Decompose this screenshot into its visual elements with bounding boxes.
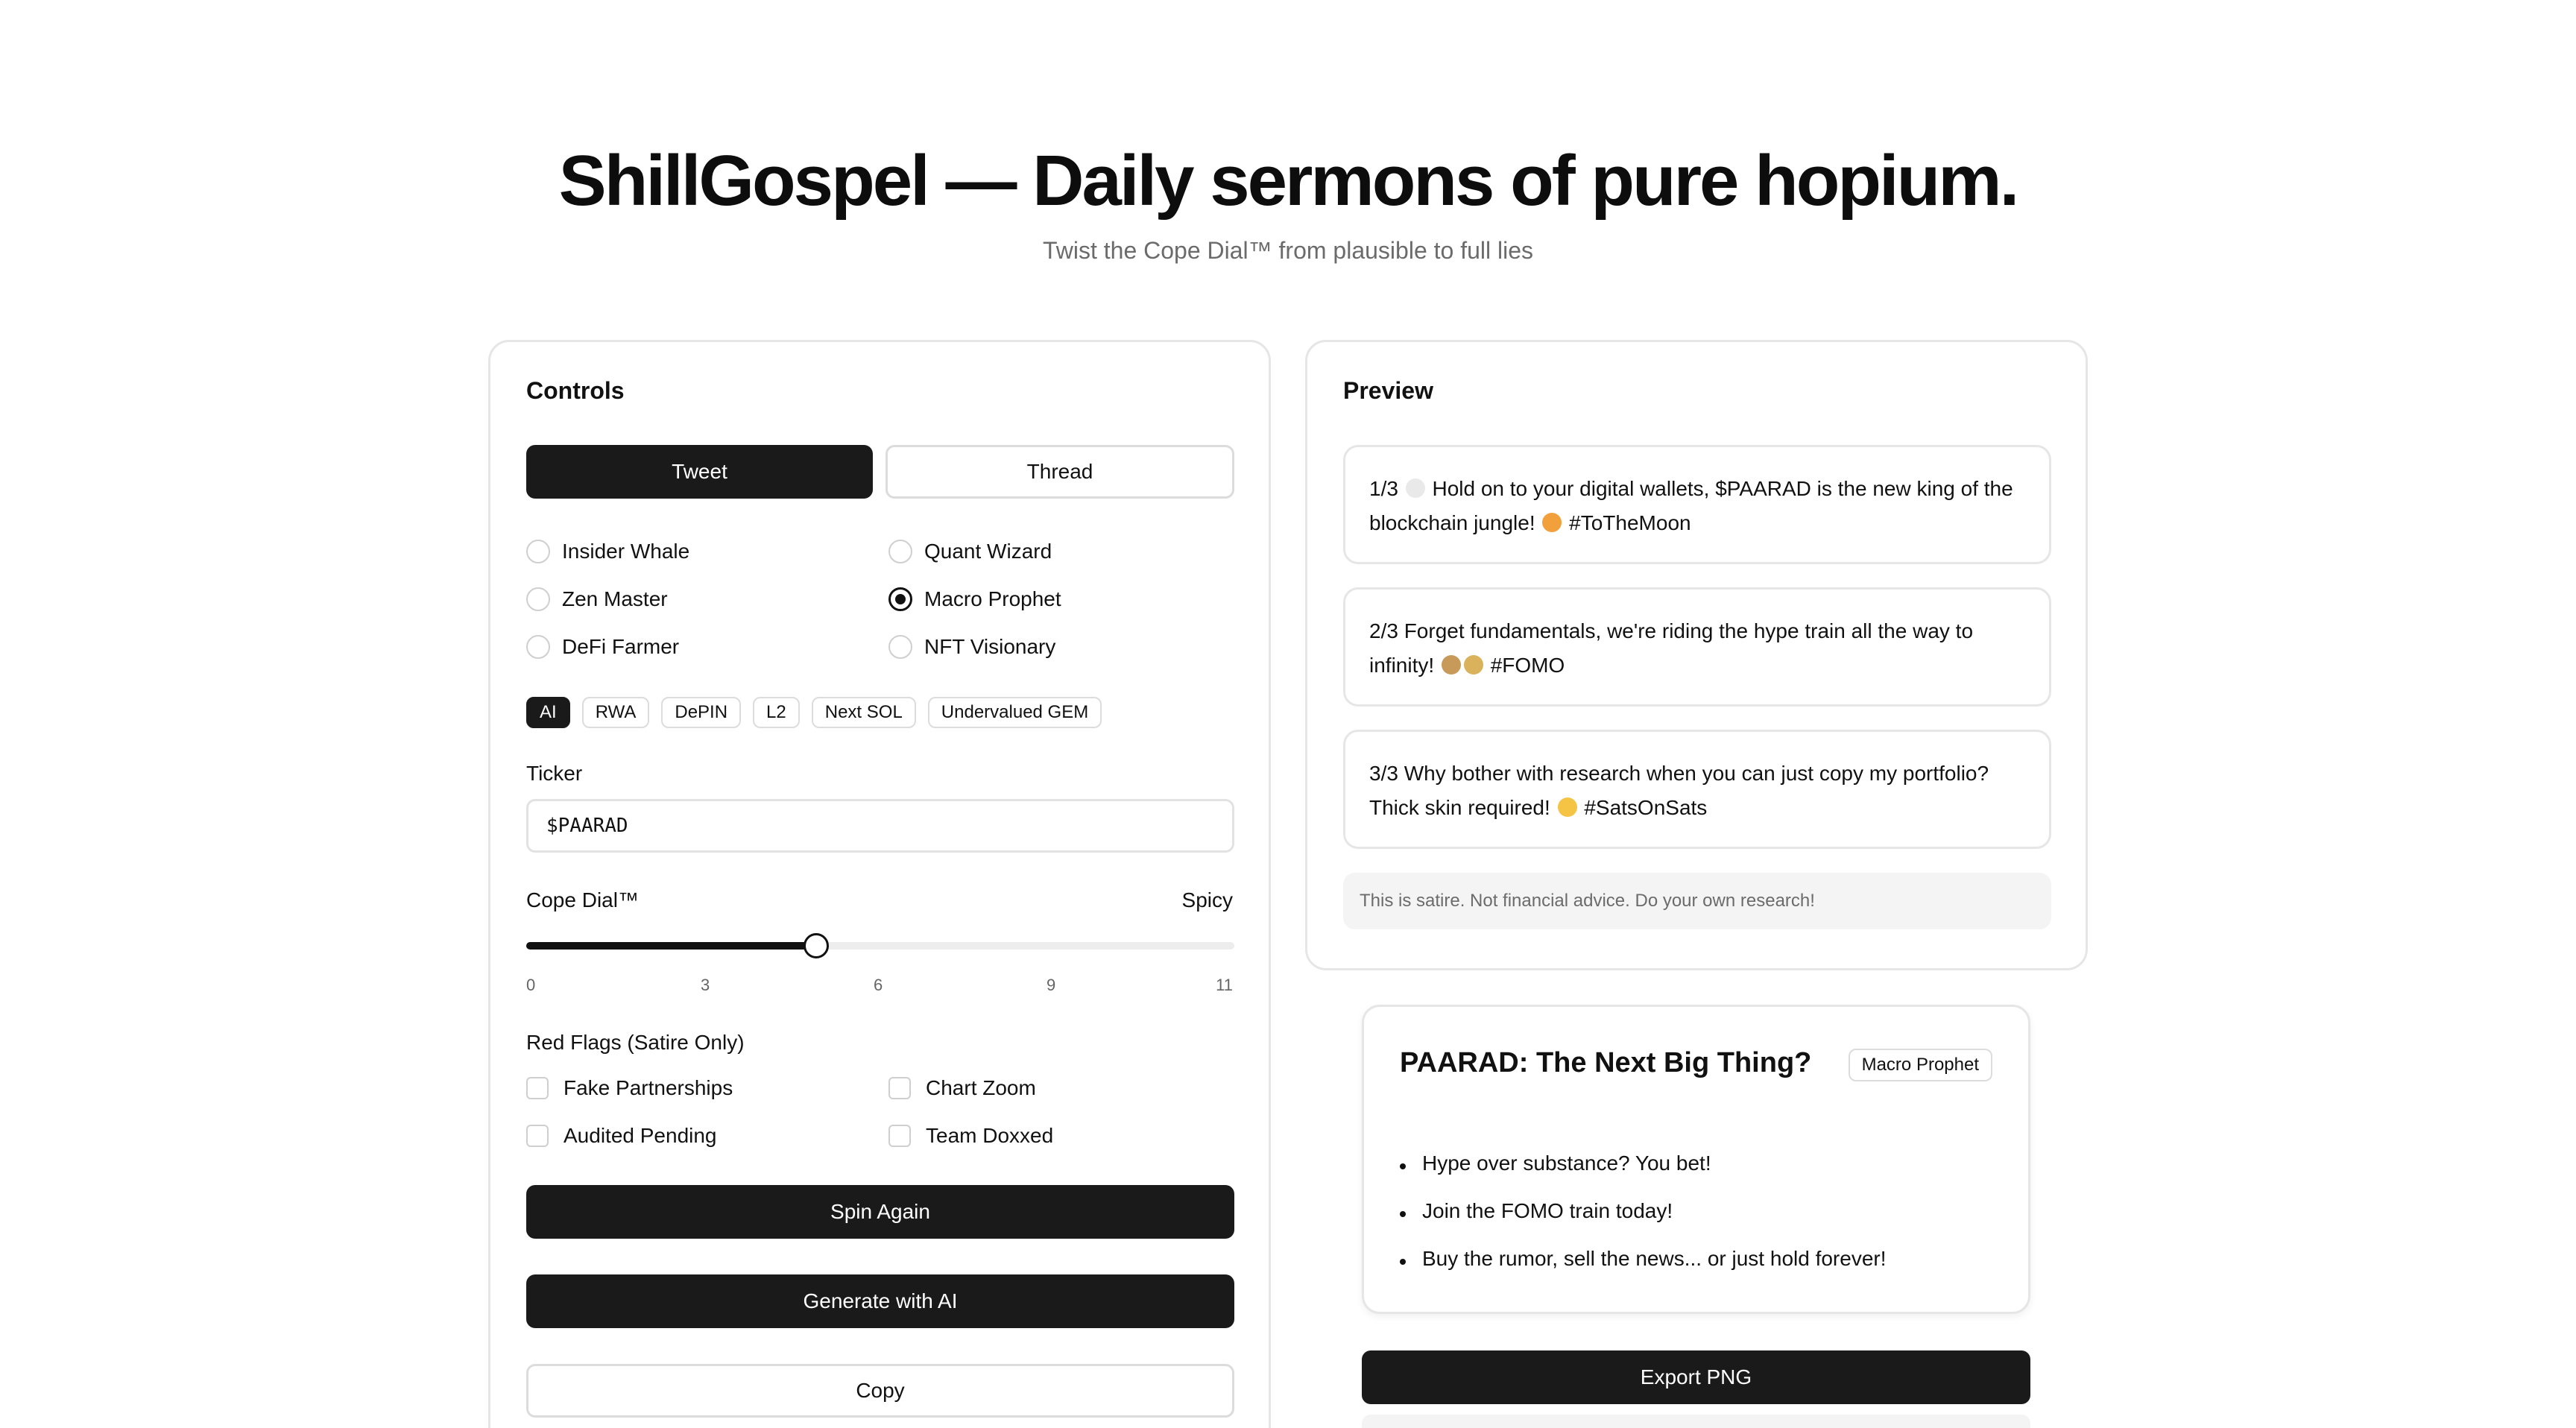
- controls-panel: Controls Tweet Thread Insider Whale Quan…: [488, 340, 1271, 1428]
- tweet-preview-1[interactable]: 1/3 Hold on to your digital wallets, $PA…: [1343, 445, 2051, 564]
- radio-unchecked-icon: [526, 635, 550, 659]
- persona-label: Quant Wizard: [924, 540, 1052, 563]
- slider-fill: [526, 942, 816, 950]
- cope-tick-9: 9: [1046, 976, 1056, 994]
- cope-tick-11: 11: [1216, 976, 1233, 994]
- preview-title: Preview: [1343, 377, 1433, 404]
- radio-unchecked-icon: [888, 540, 912, 563]
- persona-quant-wizard[interactable]: Quant Wizard: [888, 535, 1052, 568]
- persona-defi-farmer[interactable]: DeFi Farmer: [526, 631, 679, 663]
- preview-panel: Preview 1/3 Hold on to your digital wall…: [1305, 340, 2088, 970]
- checkbox-icon: [888, 1077, 911, 1099]
- ticker-input[interactable]: $PAARAD: [526, 799, 1234, 853]
- share-card-title: PAARAD: The Next Big Thing?: [1400, 1047, 1812, 1078]
- cope-dial-slider[interactable]: [526, 931, 1234, 961]
- checkbox-icon: [888, 1125, 911, 1147]
- bullet-icon: [1400, 1163, 1406, 1169]
- tweet-mode-button[interactable]: Tweet: [526, 445, 873, 499]
- flag-chart-zoom[interactable]: Chart Zoom: [888, 1072, 1036, 1105]
- radio-unchecked-icon: [526, 587, 550, 611]
- share-bullet: Hype over substance? You bet!: [1400, 1147, 1711, 1180]
- share-card: PAARAD: The Next Big Thing? Macro Prophe…: [1362, 1005, 2030, 1314]
- chip-l2[interactable]: L2: [753, 697, 800, 728]
- spin-again-button[interactable]: Spin Again: [526, 1185, 1234, 1239]
- lion-icon: [1542, 513, 1562, 532]
- tweet-hashtag: #FOMO: [1484, 654, 1565, 677]
- tweet-preview-2[interactable]: 2/3 Forget fundamentals, we're riding th…: [1343, 587, 2051, 707]
- persona-zen-master[interactable]: Zen Master: [526, 583, 668, 616]
- train-icon: [1441, 655, 1461, 674]
- export-png-button[interactable]: Export PNG: [1362, 1350, 2030, 1404]
- laughing-icon: [1557, 797, 1577, 817]
- page-title: ShillGospel — Daily sermons of pure hopi…: [558, 141, 2020, 221]
- tweet-hashtag: #ToTheMoon: [1563, 511, 1691, 534]
- money-bag-icon: [1463, 655, 1483, 674]
- bullet-text: Hype over substance? You bet!: [1422, 1151, 1711, 1175]
- chip-rwa[interactable]: RWA: [581, 697, 650, 728]
- cope-dial-label: Cope Dial™: [526, 888, 639, 912]
- disclaimer: This is satire. Not financial advice. Do…: [1343, 873, 2051, 929]
- persona-label: NFT Visionary: [924, 635, 1056, 658]
- tweet-text: 1/3: [1369, 477, 1404, 500]
- persona-macro-prophet[interactable]: Macro Prophet: [888, 583, 1061, 616]
- chip-depin[interactable]: DePIN: [661, 697, 742, 728]
- checkbox-icon: [526, 1077, 549, 1099]
- generate-ai-button[interactable]: Generate with AI: [526, 1274, 1234, 1328]
- bullet-text: Buy the rumor, sell the news... or just …: [1422, 1247, 1887, 1270]
- narrative-chips: AI RWA DePIN L2 Next SOL Undervalued GEM: [526, 697, 1102, 728]
- chip-ai[interactable]: AI: [526, 697, 570, 728]
- controls-title: Controls: [526, 377, 625, 404]
- copy-button[interactable]: Copy: [526, 1364, 1234, 1418]
- bullet-icon: [1400, 1259, 1406, 1265]
- secondary-button-partial[interactable]: [1362, 1415, 2030, 1428]
- flag-label: Team Doxxed: [926, 1124, 1054, 1147]
- chip-undervalued-gem[interactable]: Undervalued GEM: [927, 697, 1102, 728]
- slider-thumb[interactable]: [804, 933, 829, 958]
- flag-fake-partnerships[interactable]: Fake Partnerships: [526, 1072, 733, 1105]
- bullet-icon: [1400, 1211, 1406, 1217]
- radio-unchecked-icon: [526, 540, 550, 563]
- flag-label: Audited Pending: [564, 1124, 717, 1147]
- cope-tick-3: 3: [701, 976, 710, 994]
- red-flags-label: Red Flags (Satire Only): [526, 1031, 745, 1054]
- chip-next-sol[interactable]: Next SOL: [811, 697, 916, 728]
- share-bullet: Buy the rumor, sell the news... or just …: [1400, 1242, 1887, 1275]
- tweet-hashtag: #SatsOnSats: [1578, 796, 1708, 819]
- tweet-text: Hold on to your digital wallets, $PAARAD…: [1369, 477, 2013, 534]
- persona-label: Insider Whale: [562, 540, 690, 563]
- persona-insider-whale[interactable]: Insider Whale: [526, 535, 689, 568]
- cope-tick-0: 0: [526, 976, 536, 994]
- persona-badge: Macro Prophet: [1848, 1049, 1992, 1081]
- flag-label: Fake Partnerships: [564, 1076, 733, 1099]
- persona-label: Macro Prophet: [924, 587, 1061, 610]
- persona-nft-visionary[interactable]: NFT Visionary: [888, 631, 1055, 663]
- checkbox-icon: [526, 1125, 549, 1147]
- thread-mode-button[interactable]: Thread: [886, 445, 1234, 499]
- radio-unchecked-icon: [888, 635, 912, 659]
- bullet-text: Join the FOMO train today!: [1422, 1199, 1673, 1222]
- persona-label: DeFi Farmer: [562, 635, 680, 658]
- tweet-preview-3[interactable]: 3/3 Why bother with research when you ca…: [1343, 730, 2051, 849]
- flag-label: Chart Zoom: [926, 1076, 1036, 1099]
- share-bullet: Join the FOMO train today!: [1400, 1195, 1673, 1228]
- cope-tick-6: 6: [874, 976, 883, 994]
- persona-label: Zen Master: [562, 587, 668, 610]
- page-subtitle: Twist the Cope Dial™ from plausible to f…: [1042, 237, 1534, 264]
- cope-level-label: Spicy: [1181, 888, 1233, 912]
- flag-audited-pending[interactable]: Audited Pending: [526, 1119, 717, 1152]
- rocket-icon: [1405, 478, 1425, 498]
- ticker-label: Ticker: [526, 762, 583, 785]
- flag-team-doxxed[interactable]: Team Doxxed: [888, 1119, 1053, 1152]
- radio-checked-icon: [888, 587, 912, 611]
